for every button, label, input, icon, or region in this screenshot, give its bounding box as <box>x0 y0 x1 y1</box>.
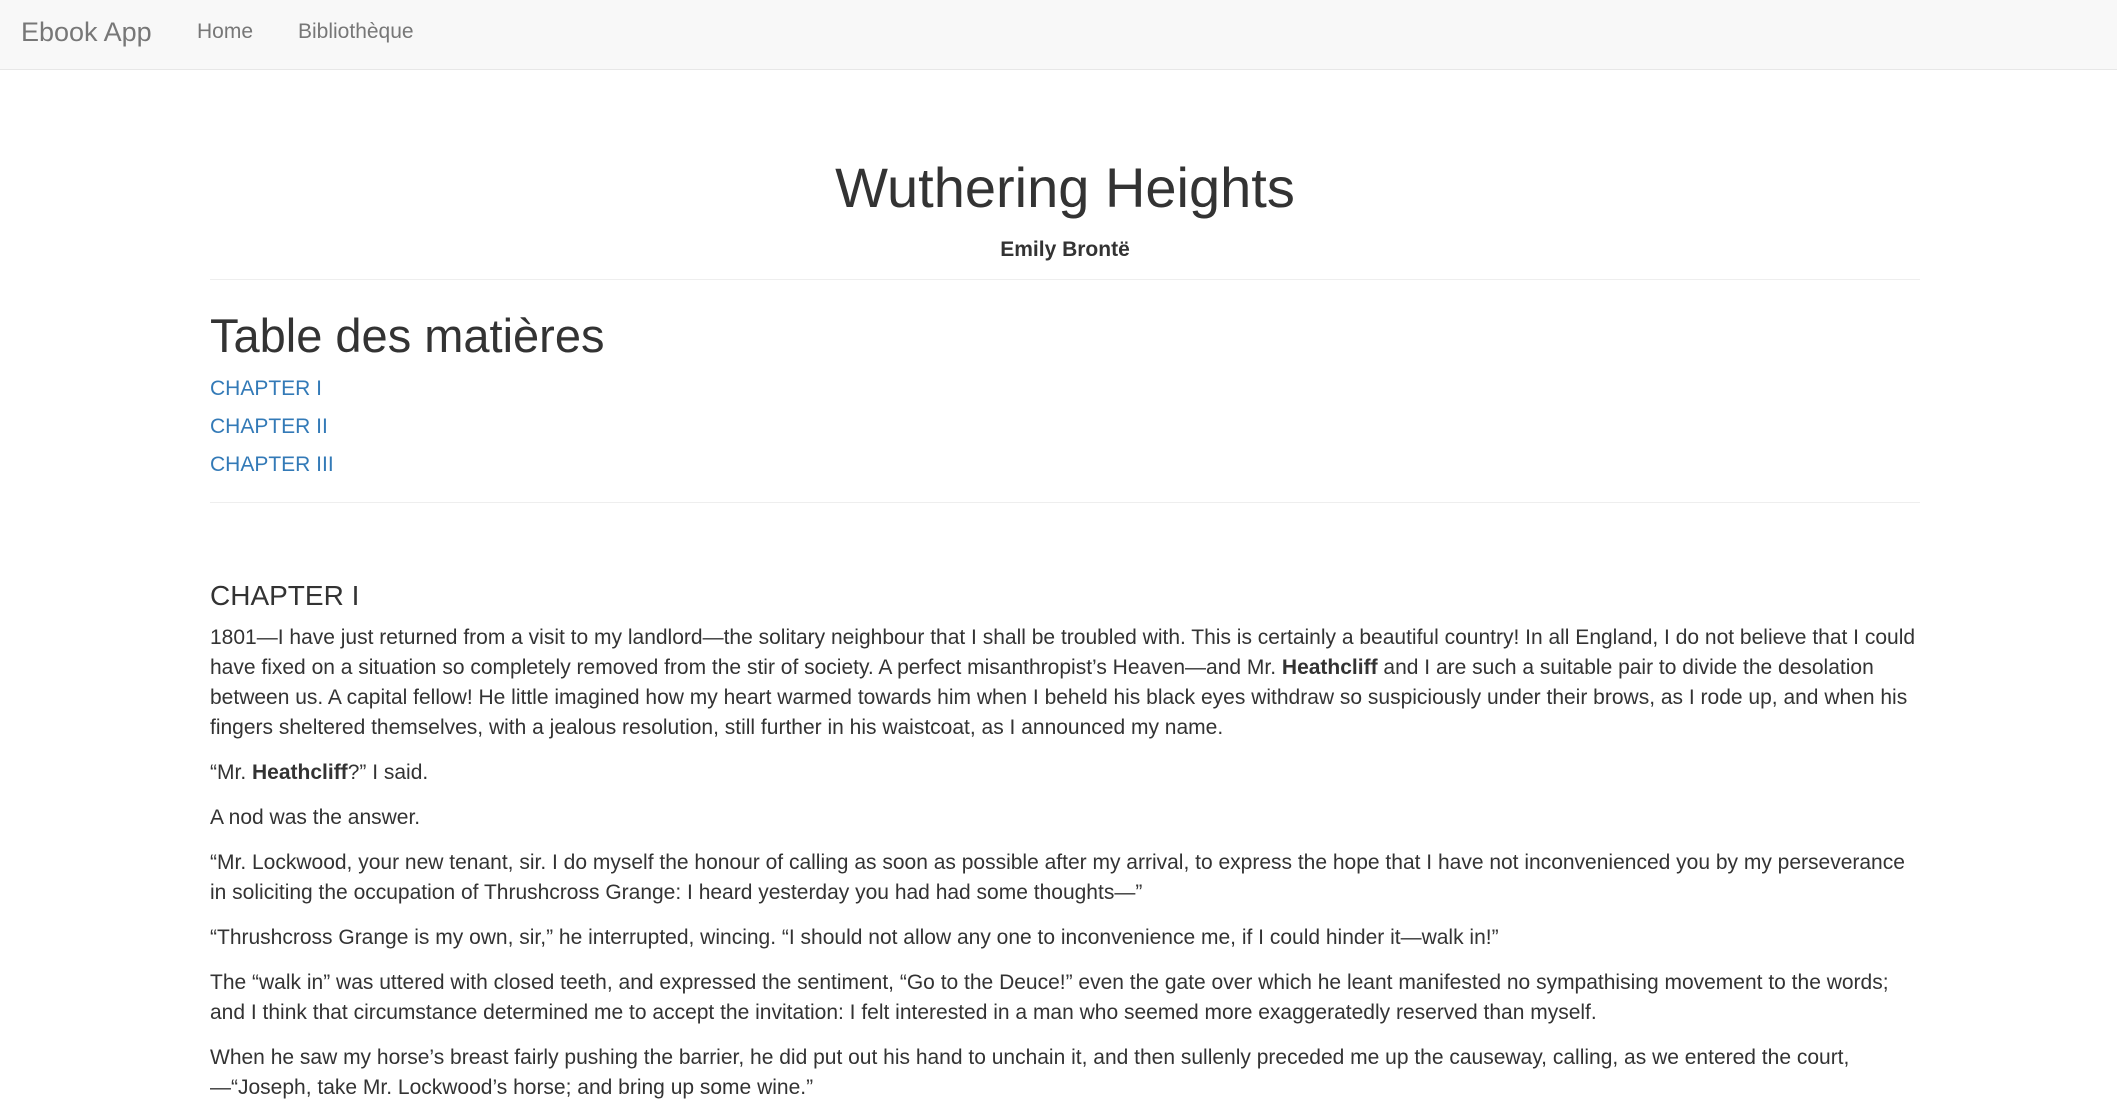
chapter-paragraph: 1801—I have just returned from a visit t… <box>210 623 1920 743</box>
paragraph-text: A nod was the answer. <box>210 806 421 829</box>
chapter-paragraph: “Mr. Lockwood, your new tenant, sir. I d… <box>210 848 1920 908</box>
top-navbar: Ebook App Home Bibliothèque <box>0 0 2117 70</box>
chapter-body: 1801—I have just returned from a visit t… <box>210 623 1920 1118</box>
toc-item: CHAPTER III <box>210 446 334 484</box>
divider <box>210 502 1920 503</box>
chapter-paragraph: “Thrushcross Grange is my own, sir,” he … <box>210 923 1920 953</box>
toc-title: Table des matières <box>210 309 605 362</box>
book-author: Emily Brontë <box>1000 238 1130 261</box>
chapter-heading: CHAPTER I <box>210 580 360 611</box>
paragraph-text: “Thrushcross Grange is my own, sir,” he … <box>210 926 1499 949</box>
divider <box>210 279 1920 280</box>
paragraph-text: When he saw my horse’s breast fairly pus… <box>210 1046 1850 1099</box>
toc-link-chapter-2[interactable]: CHAPTER II <box>210 415 328 438</box>
toc-link-chapter-1[interactable]: CHAPTER I <box>210 377 322 400</box>
toc-list: CHAPTER I CHAPTER II CHAPTER III <box>210 370 334 484</box>
paragraph-text: ?” I said. <box>347 761 429 784</box>
paragraph-text: “Mr. <box>210 761 252 784</box>
bold-name: Heathcliff <box>1281 656 1378 679</box>
book-title: Wuthering Heights <box>835 156 1295 219</box>
toc-item: CHAPTER II <box>210 408 334 446</box>
chapter-paragraph: When he saw my horse’s breast fairly pus… <box>210 1043 1920 1103</box>
paragraph-text: “Mr. Lockwood, your new tenant, sir. I d… <box>210 851 1905 904</box>
brand-link[interactable]: Ebook App <box>21 14 152 50</box>
toc-item: CHAPTER I <box>210 370 334 408</box>
toc-link-chapter-3[interactable]: CHAPTER III <box>210 453 334 476</box>
chapter-paragraph: The “walk in” was uttered with closed te… <box>210 968 1920 1028</box>
paragraph-text: The “walk in” was uttered with closed te… <box>210 971 1889 1024</box>
chapter-paragraph: A nod was the answer. <box>210 803 1920 833</box>
bold-name: Heathcliff <box>252 761 348 784</box>
nav-link-library[interactable]: Bibliothèque <box>298 18 414 46</box>
nav-link-home[interactable]: Home <box>197 18 253 46</box>
chapter-paragraph: “Mr. Heathcliff?” I said. <box>210 758 1920 788</box>
